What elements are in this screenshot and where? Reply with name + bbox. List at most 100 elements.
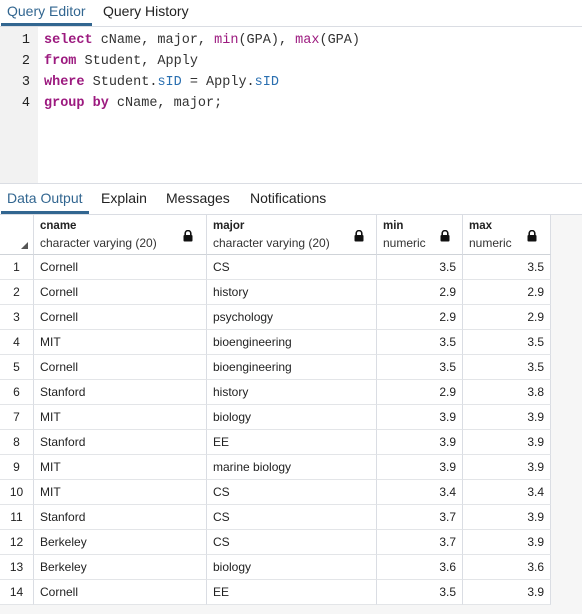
table-row[interactable]: 8 Stanford EE 3.9 3.9 <box>0 430 551 455</box>
column-header-max[interactable]: max numeric <box>463 215 551 255</box>
cell-major[interactable]: history <box>207 280 377 305</box>
cell-max[interactable]: 3.5 <box>463 330 551 355</box>
cell-min[interactable]: 3.5 <box>377 580 463 605</box>
cell-max[interactable]: 3.9 <box>463 505 551 530</box>
cell-cname[interactable]: Cornell <box>34 355 207 380</box>
cell-min[interactable]: 3.5 <box>377 255 463 280</box>
cell-max[interactable]: 3.9 <box>463 455 551 480</box>
select-all-corner[interactable] <box>0 215 34 255</box>
cell-major[interactable]: EE <box>207 430 377 455</box>
cell-max[interactable]: 3.6 <box>463 555 551 580</box>
table-row[interactable]: 9 MIT marine biology 3.9 3.9 <box>0 455 551 480</box>
cell-cname[interactable]: Cornell <box>34 255 207 280</box>
cell-min[interactable]: 2.9 <box>377 280 463 305</box>
column-header-min[interactable]: min numeric <box>377 215 463 255</box>
tab-query-history[interactable]: Query History <box>97 0 195 26</box>
cell-cname[interactable]: Cornell <box>34 280 207 305</box>
cell-max[interactable]: 2.9 <box>463 280 551 305</box>
cell-max[interactable]: 2.9 <box>463 305 551 330</box>
cell-cname[interactable]: Stanford <box>34 430 207 455</box>
cell-cname[interactable]: Stanford <box>34 505 207 530</box>
code-line[interactable]: group by cName, major; <box>44 96 222 111</box>
cell-max[interactable]: 3.9 <box>463 530 551 555</box>
cell-cname[interactable]: Cornell <box>34 580 207 605</box>
row-number[interactable]: 8 <box>0 430 34 455</box>
cell-cname[interactable]: MIT <box>34 480 207 505</box>
row-number[interactable]: 3 <box>0 305 34 330</box>
cell-major[interactable]: CS <box>207 480 377 505</box>
row-number[interactable]: 5 <box>0 355 34 380</box>
tab-data-output[interactable]: Data Output <box>1 184 89 214</box>
row-number[interactable]: 1 <box>0 255 34 280</box>
cell-min[interactable]: 2.9 <box>377 380 463 405</box>
row-number[interactable]: 14 <box>0 580 34 605</box>
column-header-major[interactable]: major character varying (20) <box>207 215 377 255</box>
cell-max[interactable]: 3.5 <box>463 355 551 380</box>
cell-max[interactable]: 3.9 <box>463 430 551 455</box>
cell-cname[interactable]: Berkeley <box>34 530 207 555</box>
cell-min[interactable]: 3.9 <box>377 455 463 480</box>
cell-major[interactable]: biology <box>207 405 377 430</box>
cell-cname[interactable]: MIT <box>34 455 207 480</box>
table-row[interactable]: 3 Cornell psychology 2.9 2.9 <box>0 305 551 330</box>
table-row[interactable]: 10 MIT CS 3.4 3.4 <box>0 480 551 505</box>
cell-major[interactable]: biology <box>207 555 377 580</box>
cell-min[interactable]: 3.9 <box>377 405 463 430</box>
row-number[interactable]: 7 <box>0 405 34 430</box>
cell-major[interactable]: bioengineering <box>207 355 377 380</box>
tab-explain[interactable]: Explain <box>95 184 153 214</box>
cell-major[interactable]: bioengineering <box>207 330 377 355</box>
table-row[interactable]: 11 Stanford CS 3.7 3.9 <box>0 505 551 530</box>
table-row[interactable]: 13 Berkeley biology 3.6 3.6 <box>0 555 551 580</box>
row-number[interactable]: 4 <box>0 330 34 355</box>
table-row[interactable]: 5 Cornell bioengineering 3.5 3.5 <box>0 355 551 380</box>
sql-editor[interactable]: 1 2 3 4 select cName, major, min(GPA), m… <box>0 27 582 184</box>
table-row[interactable]: 6 Stanford history 2.9 3.8 <box>0 380 551 405</box>
cell-max[interactable]: 3.5 <box>463 255 551 280</box>
cell-cname[interactable]: Berkeley <box>34 555 207 580</box>
row-number[interactable]: 2 <box>0 280 34 305</box>
row-number[interactable]: 9 <box>0 455 34 480</box>
cell-major[interactable]: EE <box>207 580 377 605</box>
cell-cname[interactable]: MIT <box>34 405 207 430</box>
code-line[interactable]: where Student.sID = Apply.sID <box>44 75 279 90</box>
cell-major[interactable]: psychology <box>207 305 377 330</box>
cell-min[interactable]: 3.9 <box>377 430 463 455</box>
table-row[interactable]: 2 Cornell history 2.9 2.9 <box>0 280 551 305</box>
cell-major[interactable]: CS <box>207 505 377 530</box>
code-line[interactable]: select cName, major, min(GPA), max(GPA) <box>44 33 360 48</box>
cell-max[interactable]: 3.4 <box>463 480 551 505</box>
row-number[interactable]: 12 <box>0 530 34 555</box>
cell-major[interactable]: marine biology <box>207 455 377 480</box>
tab-query-editor[interactable]: Query Editor <box>1 0 92 26</box>
table-row[interactable]: 14 Cornell EE 3.5 3.9 <box>0 580 551 605</box>
cell-min[interactable]: 2.9 <box>377 305 463 330</box>
cell-max[interactable]: 3.9 <box>463 405 551 430</box>
cell-cname[interactable]: Stanford <box>34 380 207 405</box>
cell-min[interactable]: 3.5 <box>377 330 463 355</box>
cell-min[interactable]: 3.6 <box>377 555 463 580</box>
table-row[interactable]: 4 MIT bioengineering 3.5 3.5 <box>0 330 551 355</box>
cell-min[interactable]: 3.5 <box>377 355 463 380</box>
cell-min[interactable]: 3.7 <box>377 505 463 530</box>
cell-max[interactable]: 3.9 <box>463 580 551 605</box>
row-number[interactable]: 13 <box>0 555 34 580</box>
cell-major[interactable]: CS <box>207 530 377 555</box>
column-header-cname[interactable]: cname character varying (20) <box>34 215 207 255</box>
cell-cname[interactable]: MIT <box>34 330 207 355</box>
cell-major[interactable]: CS <box>207 255 377 280</box>
table-row[interactable]: 7 MIT biology 3.9 3.9 <box>0 405 551 430</box>
row-number[interactable]: 6 <box>0 380 34 405</box>
cell-min[interactable]: 3.7 <box>377 530 463 555</box>
cell-major[interactable]: history <box>207 380 377 405</box>
tab-messages[interactable]: Messages <box>160 184 236 214</box>
cell-max[interactable]: 3.8 <box>463 380 551 405</box>
table-row[interactable]: 1 Cornell CS 3.5 3.5 <box>0 255 551 280</box>
row-number[interactable]: 10 <box>0 480 34 505</box>
cell-cname[interactable]: Cornell <box>34 305 207 330</box>
table-row[interactable]: 12 Berkeley CS 3.7 3.9 <box>0 530 551 555</box>
cell-min[interactable]: 3.4 <box>377 480 463 505</box>
row-number[interactable]: 11 <box>0 505 34 530</box>
tab-notifications[interactable]: Notifications <box>244 184 332 214</box>
code-line[interactable]: from Student, Apply <box>44 54 198 69</box>
